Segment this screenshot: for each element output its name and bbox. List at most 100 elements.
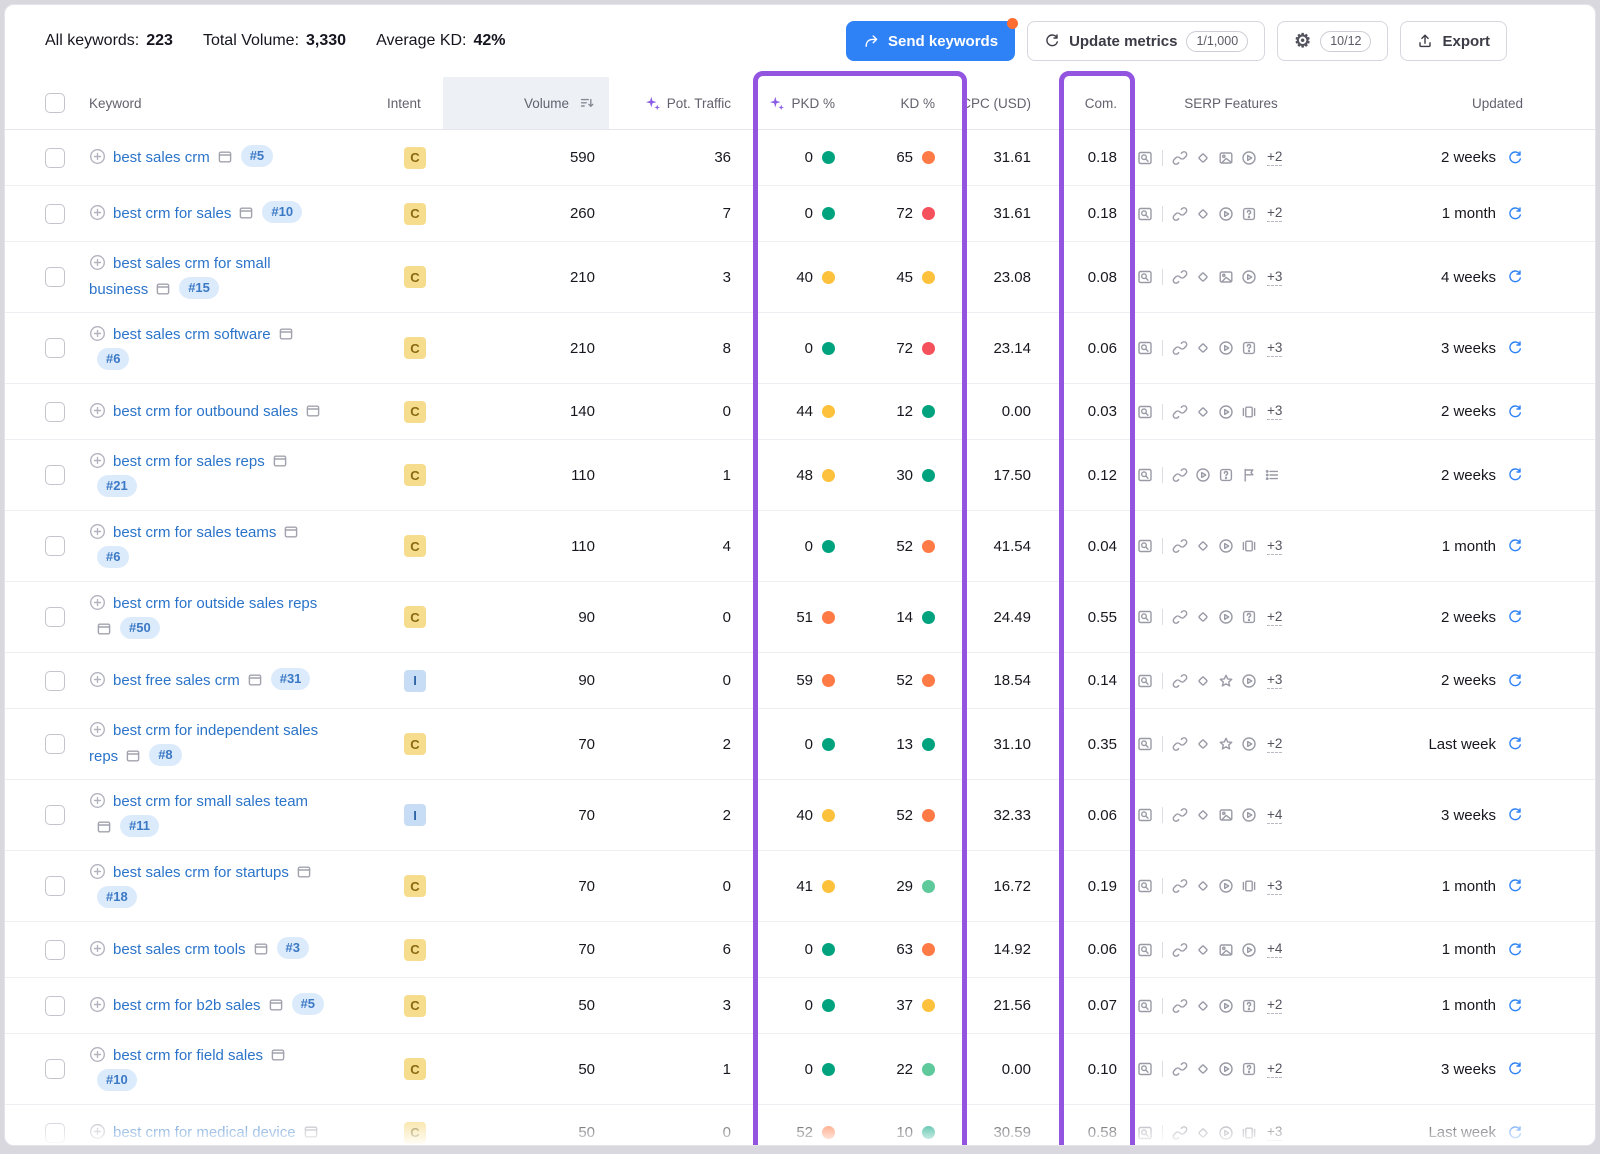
row-checkbox[interactable] (45, 1123, 65, 1143)
snapshot-icon[interactable] (278, 326, 294, 342)
plus-icon[interactable] (89, 523, 106, 540)
plus-icon[interactable] (89, 452, 106, 469)
keyword-link[interactable]: best crm for small sales team (113, 793, 308, 810)
keyword-link[interactable]: best sales crm (113, 149, 210, 166)
plus-icon[interactable] (89, 402, 106, 419)
row-checkbox[interactable] (45, 402, 65, 422)
snapshot-icon[interactable] (96, 819, 112, 835)
refresh-icon[interactable] (1507, 538, 1523, 554)
snapshot-icon[interactable] (125, 748, 141, 764)
snapshot-icon[interactable] (253, 941, 269, 957)
keyword-link[interactable]: best sales crm software (113, 326, 271, 343)
keyword-link[interactable]: best crm for sales teams (113, 524, 276, 541)
refresh-icon[interactable] (1507, 340, 1523, 356)
serp-more-features[interactable]: +3 (1267, 538, 1282, 555)
snapshot-icon[interactable] (268, 997, 284, 1013)
serp-more-features[interactable]: +3 (1267, 1124, 1282, 1141)
row-checkbox[interactable] (45, 940, 65, 960)
keyword-link[interactable]: best sales crm tools (113, 941, 246, 958)
refresh-icon[interactable] (1507, 467, 1523, 483)
refresh-icon[interactable] (1507, 673, 1523, 689)
refresh-icon[interactable] (1507, 150, 1523, 166)
snapshot-icon[interactable] (217, 149, 233, 165)
plus-icon[interactable] (89, 325, 106, 342)
row-checkbox[interactable] (45, 204, 65, 224)
snapshot-icon[interactable] (272, 453, 288, 469)
refresh-icon[interactable] (1507, 1125, 1523, 1141)
row-checkbox[interactable] (45, 148, 65, 168)
plus-icon[interactable] (89, 721, 106, 738)
refresh-icon[interactable] (1507, 807, 1523, 823)
keyword-link[interactable]: best sales crm for startups (113, 864, 289, 881)
row-checkbox[interactable] (45, 536, 65, 556)
keyword-link[interactable]: best free sales crm (113, 672, 240, 689)
send-keywords-button[interactable]: Send keywords (846, 21, 1015, 61)
keyword-link[interactable]: best crm for independent sales reps (89, 722, 318, 765)
serp-more-features[interactable]: +2 (1267, 736, 1282, 753)
row-checkbox[interactable] (45, 338, 65, 358)
sort-icon[interactable] (579, 95, 595, 111)
header-volume[interactable]: Volume (443, 77, 609, 129)
keyword-link[interactable]: best crm for outside sales reps (113, 595, 317, 612)
plus-icon[interactable] (89, 792, 106, 809)
row-checkbox[interactable] (45, 734, 65, 754)
serp-more-features[interactable]: +2 (1267, 205, 1282, 222)
snapshot-icon[interactable] (270, 1047, 286, 1063)
update-metrics-button[interactable]: Update metrics 1/1,000 (1027, 21, 1265, 61)
plus-icon[interactable] (89, 254, 106, 271)
snapshot-icon[interactable] (96, 621, 112, 637)
plus-icon[interactable] (89, 1123, 106, 1140)
row-checkbox[interactable] (45, 1059, 65, 1079)
row-checkbox[interactable] (45, 876, 65, 896)
serp-more-features[interactable]: +3 (1267, 878, 1282, 895)
keyword-link[interactable]: best crm for outbound sales (113, 403, 298, 420)
plus-icon[interactable] (89, 594, 106, 611)
serp-more-features[interactable]: +4 (1267, 941, 1282, 958)
plus-icon[interactable] (89, 1046, 106, 1063)
keyword-link[interactable]: best crm for sales (113, 205, 231, 222)
row-checkbox[interactable] (45, 267, 65, 287)
plus-icon[interactable] (89, 996, 106, 1013)
snapshot-icon[interactable] (247, 672, 263, 688)
serp-more-features[interactable]: +3 (1267, 340, 1282, 357)
row-checkbox[interactable] (45, 805, 65, 825)
snapshot-icon[interactable] (305, 403, 321, 419)
snapshot-icon[interactable] (238, 205, 254, 221)
row-checkbox[interactable] (45, 465, 65, 485)
plus-icon[interactable] (89, 940, 106, 957)
select-all-checkbox[interactable] (45, 93, 65, 113)
keyword-link[interactable]: best crm for field sales (113, 1047, 263, 1064)
plus-icon[interactable] (89, 204, 106, 221)
refresh-icon[interactable] (1507, 269, 1523, 285)
refresh-icon[interactable] (1507, 878, 1523, 894)
serp-more-features[interactable]: +3 (1267, 269, 1282, 286)
row-checkbox[interactable] (45, 607, 65, 627)
row-checkbox[interactable] (45, 671, 65, 691)
row-checkbox[interactable] (45, 996, 65, 1016)
plus-icon[interactable] (89, 148, 106, 165)
snapshot-icon[interactable] (283, 524, 299, 540)
snapshot-icon[interactable] (296, 864, 312, 880)
plus-icon[interactable] (89, 863, 106, 880)
refresh-icon[interactable] (1507, 998, 1523, 1014)
serp-more-features[interactable]: +4 (1267, 807, 1282, 824)
refresh-icon[interactable] (1507, 942, 1523, 958)
snapshot-icon[interactable] (303, 1124, 319, 1140)
snapshot-icon[interactable] (155, 281, 171, 297)
serp-more-features[interactable]: +2 (1267, 997, 1282, 1014)
serp-more-features[interactable]: +2 (1267, 609, 1282, 626)
refresh-icon[interactable] (1507, 609, 1523, 625)
keyword-link[interactable]: best crm for medical device (113, 1124, 296, 1141)
serp-more-features[interactable]: +3 (1267, 672, 1282, 689)
export-button[interactable]: Export (1400, 21, 1507, 61)
refresh-icon[interactable] (1507, 206, 1523, 222)
columns-settings-button[interactable]: ⚙ 10/12 (1277, 21, 1388, 61)
keyword-link[interactable]: best crm for b2b sales (113, 997, 261, 1014)
plus-icon[interactable] (89, 671, 106, 688)
refresh-icon[interactable] (1507, 404, 1523, 420)
refresh-icon[interactable] (1507, 736, 1523, 752)
refresh-icon[interactable] (1507, 1061, 1523, 1077)
keyword-link[interactable]: best crm for sales reps (113, 453, 265, 470)
serp-more-features[interactable]: +2 (1267, 1061, 1282, 1078)
serp-more-features[interactable]: +3 (1267, 403, 1282, 420)
